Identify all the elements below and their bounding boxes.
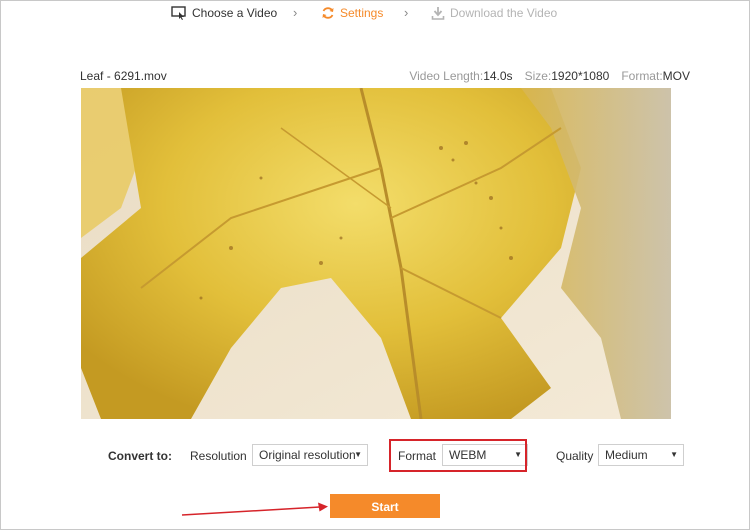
file-meta: Video Length:14.0s Size:1920*1080 Format… — [409, 69, 690, 83]
format-highlight-box — [389, 439, 527, 472]
steps-bar: Choose a Video › Settings › Download the… — [1, 1, 749, 39]
video-preview[interactable] — [81, 88, 671, 419]
convert-row: Convert to: Resolution Original resoluti… — [0, 444, 750, 468]
start-button[interactable]: Start — [330, 494, 440, 518]
resolution-value: Original resolution — [259, 448, 356, 462]
chevron-down-icon: ▼ — [670, 450, 678, 459]
quality-label: Quality — [556, 449, 594, 463]
video-format: Format:MOV — [621, 69, 690, 83]
step-label: Download the Video — [450, 6, 558, 20]
step-choose-video[interactable]: Choose a Video — [171, 6, 277, 20]
chevron-right-icon: › — [293, 5, 298, 20]
file-name: Leaf - 6291.mov — [80, 69, 167, 83]
resolution-label: Resolution — [190, 449, 247, 463]
download-icon — [431, 7, 445, 20]
step-settings[interactable]: Settings — [321, 6, 383, 20]
chevron-right-icon: › — [404, 5, 409, 20]
monitor-cursor-icon — [171, 6, 186, 20]
convert-to-label: Convert to: — [108, 449, 172, 463]
resolution-select[interactable]: Original resolution ▼ — [252, 444, 368, 466]
video-size: Size:1920*1080 — [524, 69, 610, 83]
step-label: Choose a Video — [192, 6, 278, 20]
step-download[interactable]: Download the Video — [431, 6, 557, 20]
refresh-icon — [322, 7, 334, 19]
arrow-annotation-icon — [181, 502, 328, 516]
quality-select[interactable]: Medium ▼ — [598, 444, 684, 466]
chevron-down-icon: ▼ — [354, 450, 362, 459]
quality-value: Medium — [605, 448, 648, 462]
step-label: Settings — [340, 6, 384, 20]
video-length: Video Length:14.0s — [409, 69, 513, 83]
leaf-image — [81, 88, 671, 419]
